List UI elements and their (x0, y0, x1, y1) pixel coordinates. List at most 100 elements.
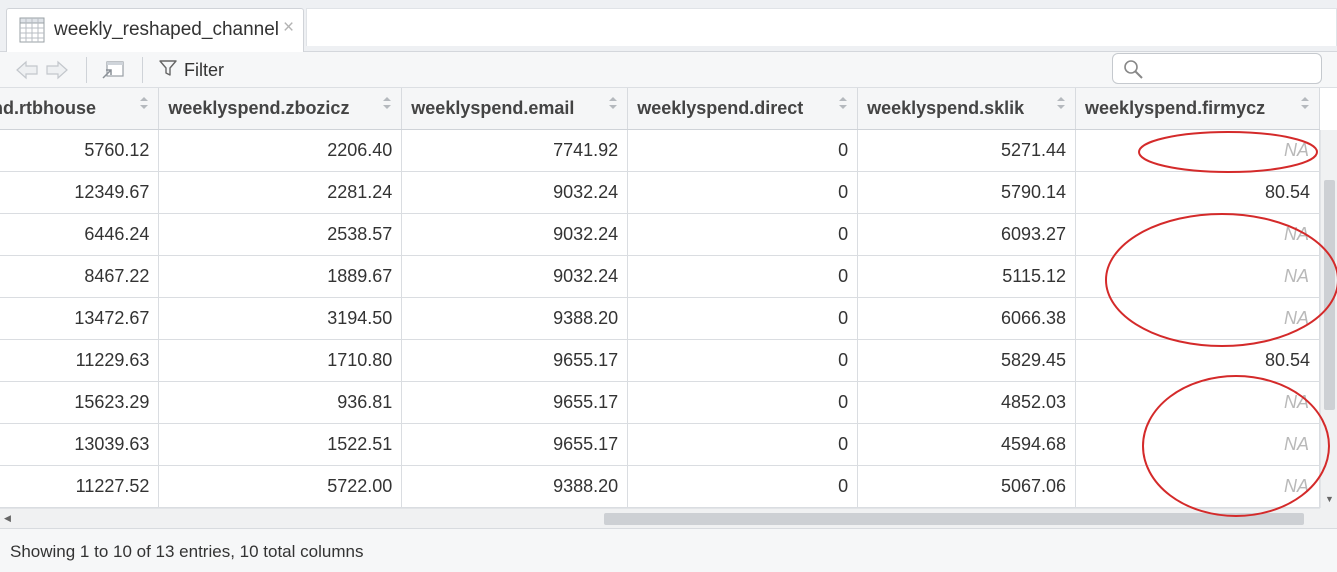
column-header[interactable]: weeklyspend.firmycz (1075, 88, 1320, 130)
column-header[interactable]: weeklyspend.direct (627, 88, 859, 130)
table-cell: 9388.20 (401, 465, 629, 508)
table-cell: 0 (627, 171, 859, 214)
table-cell: 13039.63 (0, 423, 160, 466)
table-cell: 9655.17 (401, 339, 629, 382)
funnel-icon (158, 58, 178, 83)
table-cell: 9032.24 (401, 171, 629, 214)
table-cell: 5722.00 (158, 465, 403, 508)
table-cell: 9655.17 (401, 423, 629, 466)
scroll-down-arrow-icon[interactable]: ▼ (1325, 494, 1334, 504)
table-row[interactable]: 6446.24 2538.57 9032.24 0 6093.27 NA (0, 213, 1320, 256)
grid-table-icon (19, 17, 45, 43)
table-cell: 80.54 (1075, 339, 1320, 382)
table-cell: 1889.67 (158, 255, 403, 298)
table-row[interactable]: 5760.12 2206.40 7741.92 0 5271.44 NA (0, 129, 1320, 172)
vertical-scrollbar[interactable]: ▼ (1320, 130, 1337, 508)
table-cell: 9032.24 (401, 255, 629, 298)
sort-icon[interactable] (1300, 96, 1310, 110)
column-header[interactable]: weeklyspend.email (401, 88, 629, 130)
toolbar: Filter (0, 52, 1337, 88)
table-cell: 5760.12 (0, 129, 160, 172)
data-grid: end.rtbhouse weeklyspend.zbozicz weeklys… (0, 88, 1320, 508)
status-footer: Showing 1 to 10 of 13 entries, 10 total … (0, 528, 1337, 572)
tab-strip-empty (306, 8, 1337, 46)
table-cell: 80.54 (1075, 171, 1320, 214)
table-cell: 6066.38 (857, 297, 1077, 340)
toolbar-separator (142, 57, 143, 83)
table-cell: 1522.51 (158, 423, 403, 466)
column-header[interactable]: weeklyspend.sklik (857, 88, 1077, 130)
table-cell: 5829.45 (857, 339, 1077, 382)
table-cell: 0 (627, 339, 859, 382)
table-cell: 6093.27 (857, 213, 1077, 256)
table-row[interactable]: 13472.67 3194.50 9388.20 0 6066.38 NA (0, 297, 1320, 340)
table-body: 5760.12 2206.40 7741.92 0 5271.44 NA 12349.67 2… (0, 129, 1320, 508)
entries-status: Showing 1 to 10 of 13 entries, 10 total … (10, 542, 364, 561)
table-cell: 1710.80 (158, 339, 403, 382)
table-cell: 5067.06 (857, 465, 1077, 508)
data-table: end.rtbhouse weeklyspend.zbozicz weeklys… (0, 88, 1320, 508)
table-row[interactable]: 13039.63 1522.51 9655.17 0 4594.68 NA (0, 423, 1320, 466)
table-cell: 2206.40 (158, 129, 403, 172)
table-cell: 0 (627, 381, 859, 424)
table-cell: NA (1075, 213, 1320, 256)
table-cell: 2281.24 (158, 171, 403, 214)
table-cell: 0 (627, 423, 859, 466)
tab-title: weekly_reshaped_channel (54, 19, 279, 40)
table-cell: 8467.22 (0, 255, 160, 298)
horizontal-scrollbar[interactable]: ◀ (0, 508, 1320, 528)
scroll-left-arrow-icon[interactable]: ◀ (4, 513, 11, 524)
table-cell: 15623.29 (0, 381, 160, 424)
table-cell: 7741.92 (401, 129, 629, 172)
header-row: end.rtbhouse weeklyspend.zbozicz weeklys… (0, 88, 1320, 130)
arrow-left-icon[interactable] (14, 58, 40, 82)
search-input[interactable] (1149, 58, 1314, 80)
sort-icon[interactable] (139, 96, 149, 110)
table-cell: 4852.03 (857, 381, 1077, 424)
table-cell: 0 (627, 129, 859, 172)
tab-weekly-reshaped-channel[interactable]: weekly_reshaped_channel × (6, 8, 304, 52)
table-row[interactable]: 11227.52 5722.00 9388.20 0 5067.06 NA (0, 465, 1320, 508)
table-cell: 0 (627, 297, 859, 340)
table-cell: NA (1075, 423, 1320, 466)
table-cell: 5115.12 (857, 255, 1077, 298)
column-header[interactable]: end.rtbhouse (0, 88, 160, 130)
table-cell: 11227.52 (0, 465, 160, 508)
table-cell: 3194.50 (158, 297, 403, 340)
table-row[interactable]: 11229.63 1710.80 9655.17 0 5829.45 80.54 (0, 339, 1320, 382)
tab-strip: weekly_reshaped_channel × (0, 0, 1337, 52)
vertical-scroll-thumb[interactable] (1324, 180, 1335, 410)
table-cell: 4594.68 (857, 423, 1077, 466)
table-cell: NA (1075, 465, 1320, 508)
popout-window-icon[interactable] (100, 58, 126, 82)
table-cell: 9388.20 (401, 297, 629, 340)
search-box[interactable] (1112, 53, 1322, 84)
table-cell: NA (1075, 297, 1320, 340)
table-cell: NA (1075, 129, 1320, 172)
table-cell: 5790.14 (857, 171, 1077, 214)
table-cell: 5271.44 (857, 129, 1077, 172)
filter-button[interactable]: Filter (158, 57, 224, 83)
table-cell: 13472.67 (0, 297, 160, 340)
sort-icon[interactable] (1056, 96, 1066, 110)
table-cell: NA (1075, 255, 1320, 298)
table-cell: 12349.67 (0, 171, 160, 214)
sort-icon[interactable] (382, 96, 392, 110)
table-cell: 0 (627, 255, 859, 298)
table-cell: 6446.24 (0, 213, 160, 256)
scrollbar-corner (1320, 508, 1337, 528)
table-row[interactable]: 12349.67 2281.24 9032.24 0 5790.14 80.54 (0, 171, 1320, 214)
sort-icon[interactable] (838, 96, 848, 110)
table-cell: 0 (627, 465, 859, 508)
table-cell: 0 (627, 213, 859, 256)
filter-label: Filter (184, 59, 224, 80)
arrow-right-icon[interactable] (44, 58, 70, 82)
table-row[interactable]: 15623.29 936.81 9655.17 0 4852.03 NA (0, 381, 1320, 424)
close-icon[interactable]: × (283, 17, 294, 39)
toolbar-separator (86, 57, 87, 83)
column-header[interactable]: weeklyspend.zbozicz (158, 88, 403, 130)
horizontal-scroll-thumb[interactable] (604, 513, 1304, 525)
sort-icon[interactable] (608, 96, 618, 110)
table-cell: 9655.17 (401, 381, 629, 424)
table-row[interactable]: 8467.22 1889.67 9032.24 0 5115.12 NA (0, 255, 1320, 298)
